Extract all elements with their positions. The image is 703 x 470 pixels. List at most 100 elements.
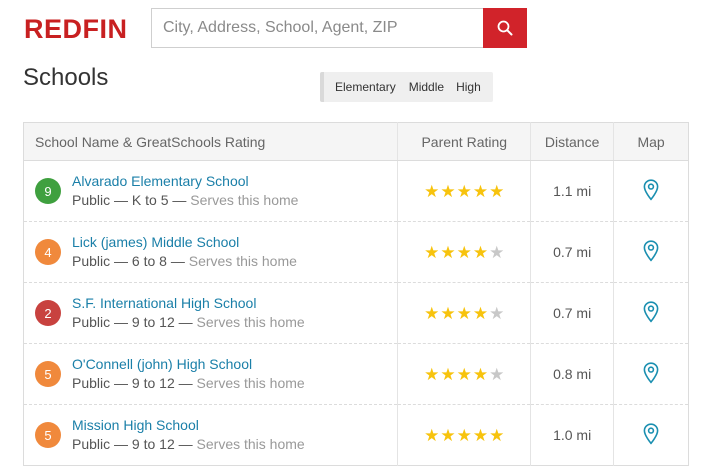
filter-elementary[interactable]: Elementary: [324, 72, 403, 102]
star-icon: ★: [489, 425, 505, 445]
parent-rating-cell: ★ ★ ★ ★ ★: [397, 343, 532, 405]
serves-home-note: Serves this home: [196, 436, 305, 452]
greatschools-rating-badge: 5: [35, 422, 61, 448]
table-row: 4 Lick (james) Middle School Public — 6 to…: [23, 221, 689, 283]
parent-rating-stars: ★ ★ ★ ★ ★: [424, 305, 504, 322]
star-icon: ★: [456, 303, 472, 323]
schools-table: School Name & GreatSchools Rating Parent…: [23, 122, 689, 466]
star-icon: ★: [424, 425, 440, 445]
parent-rating-stars: ★ ★ ★ ★ ★: [424, 183, 504, 200]
map-cell: [614, 161, 689, 222]
map-pin-icon[interactable]: [643, 178, 659, 204]
star-icon: ★: [456, 425, 472, 445]
map-cell: [613, 282, 689, 344]
star-icon: ★: [472, 303, 489, 323]
serves-home-note: Serves this home: [188, 253, 297, 269]
filter-middle[interactable]: Middle: [403, 72, 450, 102]
star-icon: ★: [424, 303, 440, 323]
separator: —: [174, 436, 197, 452]
school-meta: Public — 6 to 8 — Serves this home: [72, 251, 297, 271]
separator: —: [168, 192, 191, 208]
school-type: Public: [72, 192, 111, 208]
greatschools-rating-badge: 2: [35, 300, 61, 326]
map-pin-icon[interactable]: [643, 422, 659, 448]
star-icon: ★: [489, 364, 505, 384]
school-level-filters: Elementary Middle High: [320, 72, 493, 102]
star-icon: ★: [440, 425, 456, 445]
star-icon: ★: [489, 242, 505, 262]
search-icon: [497, 20, 513, 36]
table-row: 9 Alvarado Elementary School Public — K to…: [24, 160, 689, 222]
school-type: Public: [72, 253, 111, 269]
parent-rating-stars: ★ ★ ★ ★ ★: [424, 427, 504, 444]
school-cell: 9 Alvarado Elementary School Public — K to…: [24, 161, 398, 222]
school-cell: 5 Mission High School Public — 9 to 12 — S…: [23, 404, 398, 466]
table-row: 2 S.F. International High School Public — …: [23, 282, 689, 344]
star-icon: ★: [440, 303, 456, 323]
distance-cell: 0.7 mi: [530, 282, 615, 344]
star-icon: ★: [424, 181, 440, 201]
school-name-link[interactable]: Alvarado Elementary School: [72, 172, 298, 190]
parent-rating-cell: ★ ★ ★ ★ ★: [397, 221, 532, 283]
separator: —: [174, 314, 197, 330]
search-input[interactable]: [151, 8, 483, 48]
star-icon: ★: [489, 303, 505, 323]
school-meta: Public — 9 to 12 — Serves this home: [72, 373, 305, 393]
parent-rating-stars: ★ ★ ★ ★ ★: [424, 366, 504, 383]
map-cell: [613, 221, 689, 283]
star-icon: ★: [472, 364, 489, 384]
header-parent-rating[interactable]: Parent Rating: [397, 122, 532, 161]
map-pin-icon[interactable]: [643, 239, 659, 265]
school-grades: 6 to 8: [131, 253, 167, 269]
filter-high[interactable]: High: [450, 72, 493, 102]
separator: —: [110, 436, 132, 452]
distance-cell: 1.1 mi: [530, 160, 615, 222]
parent-rating-cell: ★ ★ ★ ★ ★: [397, 404, 532, 466]
table-row: 5 O'Connell (john) High School Public — 9 …: [23, 343, 689, 405]
page-title: Schools: [23, 64, 109, 91]
school-cell: 4 Lick (james) Middle School Public — 6 to…: [23, 221, 398, 283]
header-distance[interactable]: Distance: [530, 122, 615, 161]
star-icon: ★: [424, 242, 440, 262]
star-icon: ★: [472, 242, 489, 262]
greatschools-rating-badge: 4: [35, 239, 61, 265]
search-button[interactable]: [483, 8, 527, 48]
greatschools-rating-badge: 5: [35, 361, 61, 387]
school-name-link[interactable]: Mission High School: [72, 416, 305, 434]
school-grades: 9 to 12: [131, 314, 175, 330]
star-icon: ★: [456, 364, 472, 384]
star-icon: ★: [489, 181, 505, 201]
distance-cell: 1.0 mi: [530, 404, 615, 466]
serves-home-note: Serves this home: [196, 314, 305, 330]
school-meta: Public — 9 to 12 — Serves this home: [72, 312, 305, 332]
table-row: 5 Mission High School Public — 9 to 12 — S…: [23, 404, 689, 466]
distance-cell: 0.7 mi: [530, 221, 615, 283]
map-pin-icon[interactable]: [643, 300, 659, 326]
map-cell: [613, 404, 689, 466]
star-icon: ★: [456, 242, 472, 262]
star-icon: ★: [472, 425, 489, 445]
parent-rating-cell: ★ ★ ★ ★ ★: [397, 282, 532, 344]
school-cell: 5 O'Connell (john) High School Public — 9 …: [23, 343, 398, 405]
parent-rating-cell: ★ ★ ★ ★ ★: [397, 160, 532, 222]
parent-rating-stars: ★ ★ ★ ★ ★: [424, 244, 504, 261]
star-icon: ★: [472, 181, 489, 201]
school-meta: Public — K to 5 — Serves this home: [72, 190, 298, 210]
star-icon: ★: [424, 364, 440, 384]
header-school-name[interactable]: School Name & GreatSchools Rating: [23, 122, 398, 161]
serves-home-note: Serves this home: [190, 192, 299, 208]
school-type: Public: [72, 436, 111, 452]
redfin-logo[interactable]: REDFIN: [24, 14, 128, 45]
separator: —: [110, 192, 132, 208]
greatschools-rating-badge: 9: [35, 178, 61, 204]
serves-home-note: Serves this home: [196, 375, 305, 391]
school-name-link[interactable]: O'Connell (john) High School: [72, 355, 305, 373]
school-type: Public: [72, 314, 111, 330]
school-grades: K to 5: [131, 192, 169, 208]
school-name-link[interactable]: S.F. International High School: [72, 294, 305, 312]
school-name-link[interactable]: Lick (james) Middle School: [72, 233, 297, 251]
school-meta: Public — 9 to 12 — Serves this home: [72, 434, 305, 454]
map-pin-icon[interactable]: [643, 361, 659, 387]
separator: —: [110, 314, 132, 330]
separator: —: [174, 375, 197, 391]
